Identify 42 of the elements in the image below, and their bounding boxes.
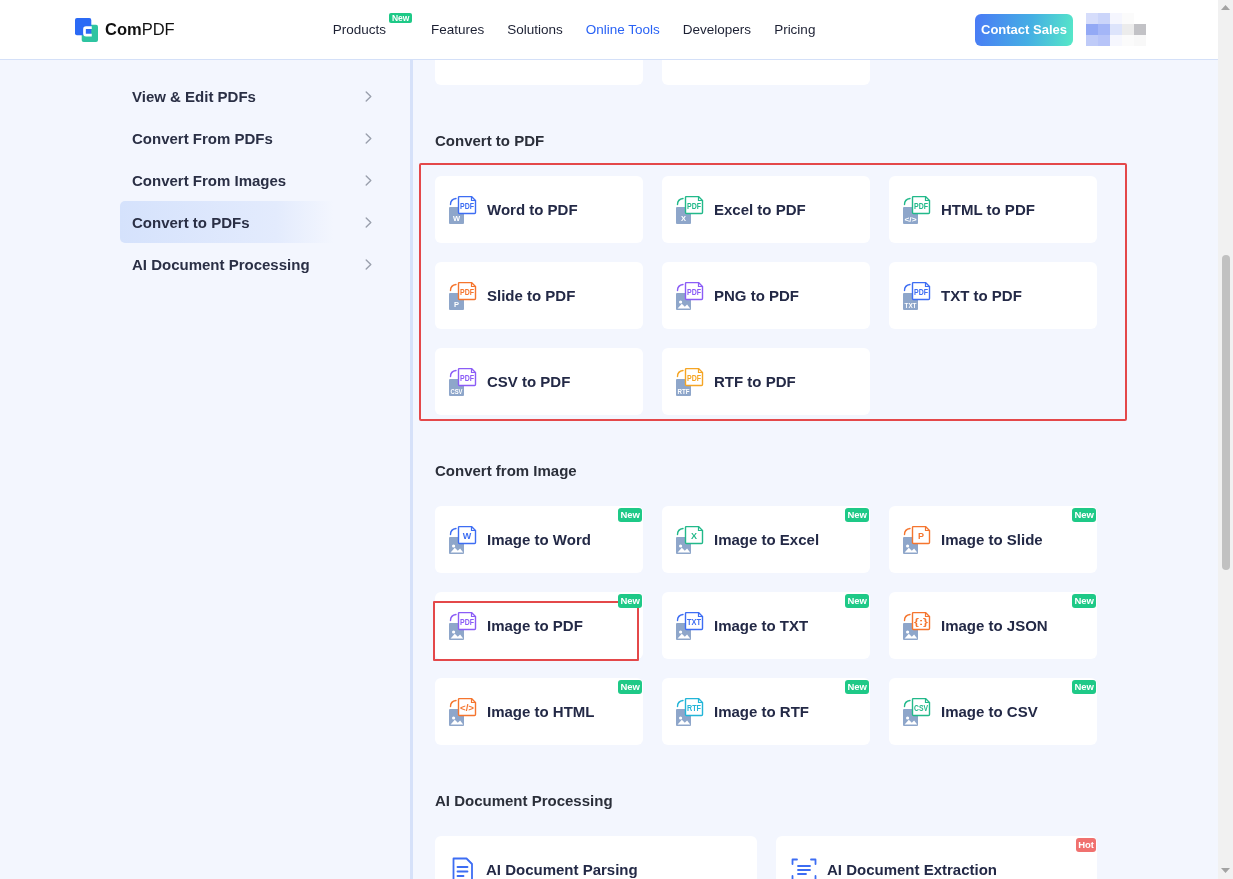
chevron-right-icon bbox=[365, 90, 372, 102]
section-heading: AI Document Processing bbox=[435, 791, 613, 811]
tool-card[interactable] bbox=[435, 60, 643, 85]
badge: New bbox=[845, 594, 869, 608]
badge: New bbox=[1072, 508, 1096, 522]
nav-link[interactable]: Features bbox=[430, 20, 485, 39]
sidebar-item[interactable]: Convert From PDFs bbox=[120, 117, 380, 159]
nav-link[interactable]: Products bbox=[332, 20, 386, 39]
badge: New bbox=[388, 12, 413, 23]
badge: New bbox=[618, 680, 642, 694]
section-heading: Convert to PDF bbox=[435, 131, 545, 151]
logo-icon bbox=[75, 17, 98, 42]
nav-link[interactable]: Pricing bbox=[774, 20, 816, 39]
badge: New bbox=[618, 508, 642, 522]
sidebar-item[interactable]: AI Document Processing bbox=[120, 243, 380, 285]
tool-card[interactable] bbox=[662, 60, 870, 85]
scan-lines-icon bbox=[791, 856, 817, 879]
chevron-right-icon bbox=[365, 216, 372, 228]
sidebar-item[interactable]: Convert From Images bbox=[120, 159, 380, 201]
nav-link[interactable]: Developers bbox=[682, 20, 752, 39]
chevron-right-icon bbox=[365, 258, 372, 270]
badge: New bbox=[845, 508, 869, 522]
badge: New bbox=[1072, 594, 1096, 608]
pixelated-avatar bbox=[1086, 13, 1146, 46]
scroll-down-arrow-icon[interactable] bbox=[1221, 868, 1230, 873]
sidebar-item[interactable]: View & Edit PDFs bbox=[120, 75, 380, 117]
tool-card[interactable]: AI Document Parsing bbox=[435, 836, 757, 879]
badge: New bbox=[845, 680, 869, 694]
badge: New bbox=[1072, 680, 1096, 694]
badge: New bbox=[618, 594, 642, 608]
nav-link[interactable]: Solutions bbox=[507, 20, 563, 39]
document-lines-icon bbox=[450, 856, 476, 879]
chevron-right-icon bbox=[365, 174, 372, 186]
tool-card[interactable]: </> PDF HTML to PDF bbox=[889, 176, 1097, 243]
logo-link[interactable]: ComPDF bbox=[75, 17, 175, 42]
scroll-up-arrow-icon[interactable] bbox=[1221, 5, 1230, 10]
chevron-right-icon bbox=[365, 132, 372, 144]
section-heading: Convert from Image bbox=[435, 461, 577, 481]
scrollbar-thumb[interactable] bbox=[1221, 255, 1230, 570]
tool-card[interactable]: PDF PNG to PDF bbox=[662, 262, 870, 329]
nav-link[interactable]: Online Tools bbox=[585, 20, 660, 39]
badge: Hot bbox=[1076, 838, 1096, 852]
